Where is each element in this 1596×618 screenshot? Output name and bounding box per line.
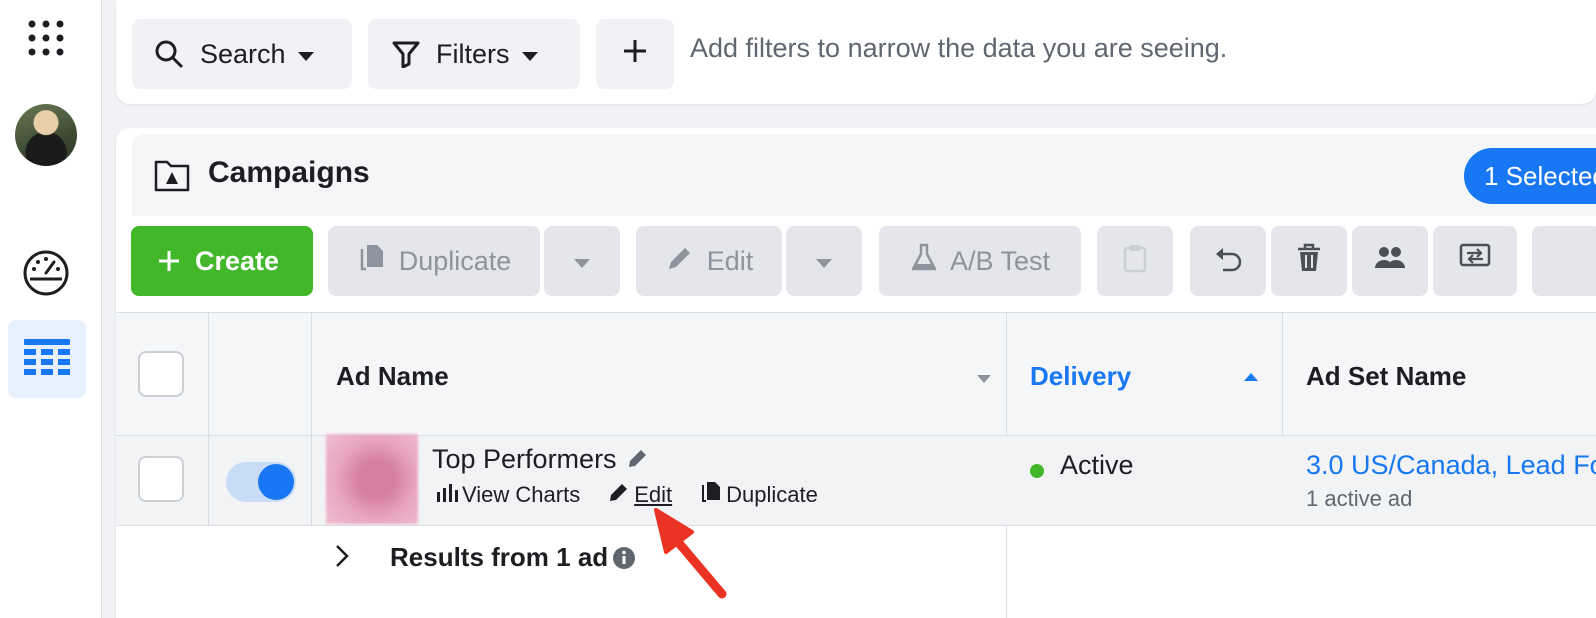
search-label: Search [200, 38, 286, 69]
edit-button[interactable]: Edit [636, 226, 782, 296]
ad-thumbnail[interactable] [326, 434, 418, 524]
filters-label: Filters [436, 38, 510, 69]
filter-bar: Search Filters Add filters to narrow the… [116, 0, 1596, 104]
campaigns-card: Campaigns 1 Selected Create Duplicate Ed… [116, 128, 1596, 618]
create-button[interactable]: Create [131, 226, 313, 296]
people-icon [1374, 244, 1406, 279]
create-label: Create [195, 245, 280, 276]
column-header-delivery[interactable]: Delivery [1030, 361, 1131, 392]
filter-icon [392, 40, 420, 68]
row-actions: View Charts Edit Duplicate [432, 480, 842, 510]
undo-button[interactable] [1190, 226, 1266, 296]
edit-label: Edit [706, 245, 754, 276]
gauge-icon[interactable] [22, 249, 70, 302]
filters-button[interactable]: Filters [368, 19, 580, 89]
caret-down-icon [572, 246, 592, 277]
trash-icon [1296, 243, 1322, 280]
ab-test-label: A/B Test [949, 245, 1051, 276]
duplicate-label: Duplicate [398, 245, 512, 276]
caret-down-icon [520, 39, 540, 70]
duplicate-icon [357, 243, 387, 280]
sort-ascending-icon[interactable] [1243, 369, 1259, 387]
delivery-status: Active [1060, 450, 1134, 480]
undo-icon [1213, 244, 1243, 279]
paste-button[interactable] [1097, 226, 1173, 296]
avatar[interactable] [15, 104, 77, 166]
edit-dropdown-button[interactable] [786, 226, 862, 296]
column-header-ad-set-name[interactable]: Ad Set Name [1306, 361, 1466, 392]
apps-grid-icon[interactable] [28, 20, 64, 61]
compare-button[interactable] [1433, 226, 1517, 296]
chevron-right-icon[interactable] [334, 544, 350, 573]
duplicate-dropdown-button[interactable] [544, 226, 620, 296]
folder-icon [154, 158, 190, 197]
active-status-dot [1030, 464, 1044, 478]
clipboard-icon [1123, 243, 1147, 280]
row-duplicate-label: Duplicate [726, 482, 818, 507]
table-icon[interactable] [8, 320, 86, 398]
annotation-arrow [652, 504, 732, 605]
ad-name[interactable]: Top Performers [432, 444, 617, 475]
caret-down-icon [296, 39, 316, 70]
ad-set-subtext: 1 active ad [1306, 486, 1413, 511]
campaigns-header: Campaigns 1 Selected [132, 134, 1596, 216]
edit-icon[interactable] [626, 446, 650, 475]
search-icon [154, 39, 184, 69]
caret-down-icon [814, 246, 834, 277]
ads-table: Ad Name Delivery Ad Set Name Top Perform… [116, 312, 1596, 618]
caret-down-icon[interactable] [976, 371, 992, 389]
search-button[interactable]: Search [132, 19, 352, 89]
results-label: Results from 1 ad [390, 542, 609, 572]
more-toolbar-button[interactable] [1532, 226, 1596, 296]
table-header-row: Ad Name Delivery Ad Set Name [116, 312, 1596, 527]
ad-set-link[interactable]: 3.0 US/Canada, Lead Form [1306, 450, 1596, 481]
info-icon[interactable] [612, 546, 636, 575]
selected-count-badge[interactable]: 1 Selected [1464, 148, 1596, 204]
filter-hint[interactable]: Add filters to narrow the data you are s… [690, 33, 1227, 64]
bar-chart-icon [436, 482, 458, 508]
row-checkbox[interactable] [138, 456, 184, 502]
duplicate-button[interactable]: Duplicate [328, 226, 540, 296]
ab-test-button[interactable]: A/B Test [879, 226, 1081, 296]
page-title: Campaigns [208, 156, 370, 189]
ad-toggle[interactable] [226, 462, 296, 502]
flask-icon [910, 243, 938, 280]
left-rail [0, 0, 102, 618]
results-row[interactable]: Results from 1 ad [116, 526, 1596, 618]
audience-button[interactable] [1352, 226, 1428, 296]
column-header-ad-name[interactable]: Ad Name [336, 361, 449, 392]
add-filter-button[interactable] [596, 19, 674, 89]
view-charts-label: View Charts [462, 482, 581, 507]
table-row[interactable]: Top Performers View Charts Edit Duplicat… [116, 434, 1596, 526]
view-charts-link[interactable]: View Charts [432, 482, 580, 508]
delete-button[interactable] [1271, 226, 1347, 296]
edit-icon [665, 243, 695, 280]
swap-icon [1459, 243, 1491, 280]
plus-icon [622, 38, 648, 71]
edit-icon [608, 481, 630, 509]
select-all-checkbox[interactable] [138, 351, 184, 397]
plus-icon [157, 249, 181, 273]
